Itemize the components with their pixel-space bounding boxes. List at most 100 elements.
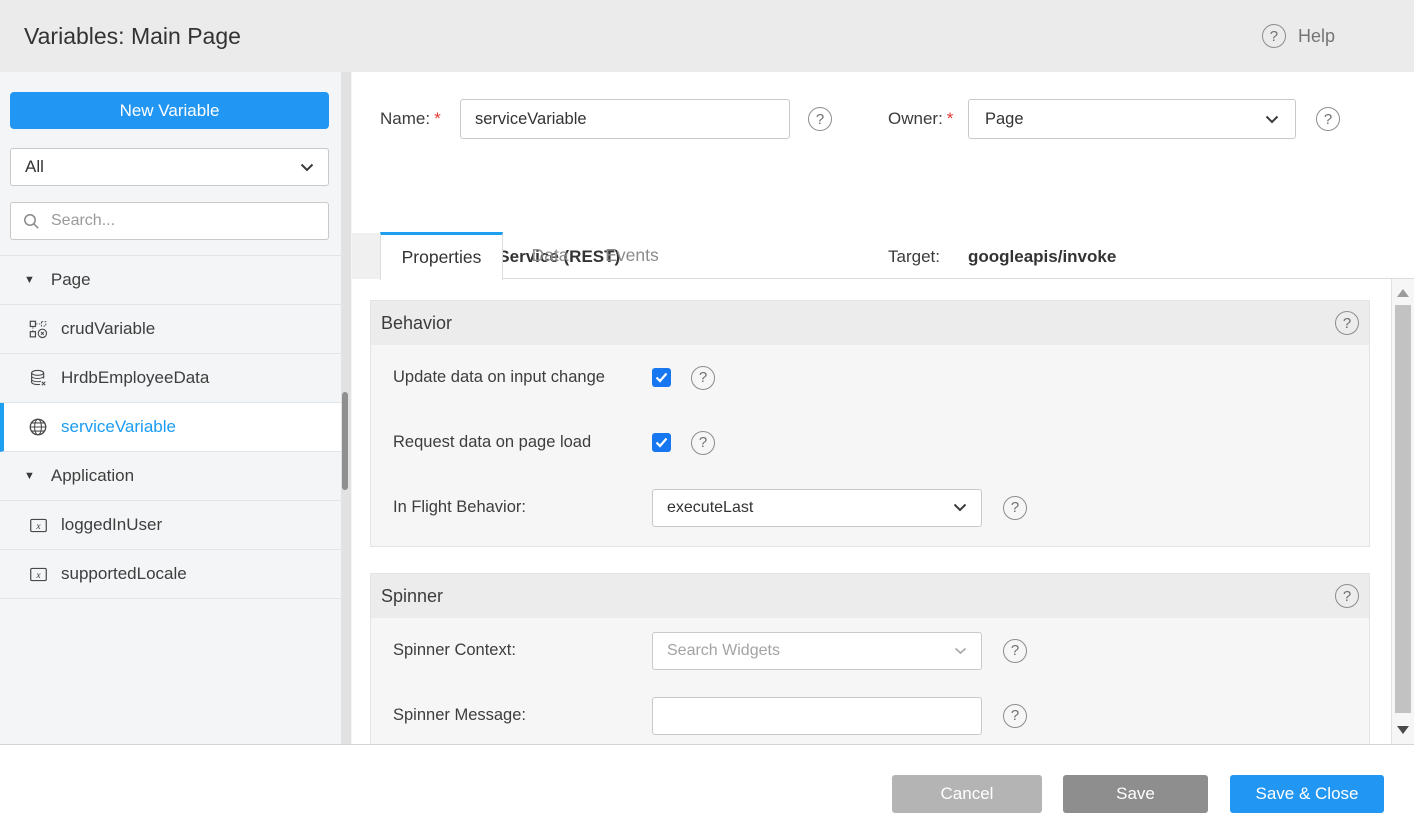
inflight-behavior-help-icon[interactable]: ? [1003,496,1027,520]
chevron-down-icon [300,163,314,172]
dialog-header: Variables: Main Page ? Help [0,0,1414,72]
owner-help-icon[interactable]: ? [1316,107,1340,131]
tab-data[interactable]: Data [520,232,580,279]
tab-bar-stub [352,233,380,279]
cancel-button[interactable]: Cancel [892,775,1042,813]
behavior-help-icon[interactable]: ? [1335,311,1359,335]
globe-icon [28,417,48,437]
chevron-down-icon [954,647,967,655]
dialog-footer: Cancel Save Save & Close [0,744,1414,839]
required-marker: * [434,109,441,129]
svg-text:x: x [35,570,41,580]
inflight-behavior-select[interactable]: executeLast [652,489,982,527]
page-title: Variables: Main Page [24,0,241,72]
inflight-behavior-value: executeLast [667,499,953,517]
static-variable-icon: x [28,564,48,584]
inflight-behavior-label: In Flight Behavior: [393,498,652,517]
variable-filter-value: All [25,157,300,177]
list-item-loggedinuser[interactable]: x loggedInUser [0,501,342,550]
list-item-servicevariable-selected[interactable]: serviceVariable [0,403,342,452]
spinner-help-icon[interactable]: ? [1335,584,1359,608]
spinner-context-label: Spinner Context: [393,641,652,660]
collapse-triangle-icon[interactable]: ▼ [24,274,35,286]
required-marker: * [947,109,954,129]
name-label: Name:* [380,99,441,139]
spinner-message-row: Spinner Message: ? [371,683,1369,744]
svg-text:x: x [35,521,41,531]
tab-properties[interactable]: Properties [380,232,503,280]
group-label: Application [51,466,134,486]
save-button[interactable]: Save [1063,775,1208,813]
variable-detail-panel: Name:* ? Owner:* Page ? Type: Web Servic… [352,72,1414,744]
check-icon [655,372,668,383]
owner-select-value: Page [985,110,1265,129]
variables-sidebar: New Variable All ▼ Page crudVariable [0,72,352,744]
list-item-label: HrdbEmployeeData [61,368,209,388]
request-data-label: Request data on page load [393,433,652,452]
sidebar-scrollbar-track[interactable] [341,72,351,744]
request-data-checkbox[interactable] [652,433,671,452]
scrollbar-up-arrow-icon[interactable] [1397,289,1409,297]
tab-bar: Properties Data Events [352,232,1414,279]
vertical-scrollbar[interactable] [1391,279,1414,744]
tab-events[interactable]: Events [596,232,668,279]
behavior-panel: Behavior ? Update data on input change ?… [370,300,1370,547]
name-help-icon[interactable]: ? [808,107,832,131]
scrollbar-thumb[interactable] [1395,305,1411,713]
behavior-title: Behavior [381,313,452,334]
spinner-context-row: Spinner Context: Search Widgets ? [371,618,1369,683]
behavior-panel-header: Behavior ? [371,301,1369,345]
spinner-message-input[interactable] [652,697,982,735]
list-item-label: serviceVariable [61,417,176,437]
spinner-message-label: Spinner Message: [393,706,652,725]
variable-search-box[interactable] [10,202,329,240]
spinner-title: Spinner [381,586,443,607]
inflight-behavior-row: In Flight Behavior: executeLast ? [371,475,1369,540]
properties-scroll-area: Behavior ? Update data on input change ?… [352,279,1414,744]
group-row-page[interactable]: ▼ Page [0,256,342,305]
variable-filter-select[interactable]: All [10,148,329,186]
spinner-context-placeholder: Search Widgets [667,642,954,660]
collapse-triangle-icon[interactable]: ▼ [24,470,35,482]
spinner-context-select[interactable]: Search Widgets [652,632,982,670]
name-owner-row: Name:* ? Owner:* Page ? [352,99,1414,139]
update-data-label: Update data on input change [393,368,652,387]
spinner-panel-header: Spinner ? [371,574,1369,618]
list-item-crudvariable[interactable]: crudVariable [0,305,342,354]
variable-list: ▼ Page crudVariable HrdbEmployeeData [0,255,342,599]
request-data-help-icon[interactable]: ? [691,431,715,455]
list-item-label: supportedLocale [61,564,187,584]
update-data-checkbox[interactable] [652,368,671,387]
save-and-close-button[interactable]: Save & Close [1230,775,1384,813]
sidebar-scrollbar-thumb[interactable] [342,392,348,490]
update-data-help-icon[interactable]: ? [691,366,715,390]
owner-select[interactable]: Page [968,99,1296,139]
list-item-label: crudVariable [61,319,155,339]
list-item-supportedlocale[interactable]: x supportedLocale [0,550,342,599]
update-data-row: Update data on input change ? [371,345,1369,410]
group-label: Page [51,270,91,290]
request-data-row: Request data on page load ? [371,410,1369,475]
owner-label: Owner:* [888,99,953,139]
variable-search-input[interactable] [49,211,316,231]
database-icon [28,368,48,388]
help-button[interactable]: ? Help [1262,0,1335,72]
chevron-down-icon [953,503,967,512]
group-row-application[interactable]: ▼ Application [0,452,342,501]
static-variable-icon: x [28,515,48,535]
spinner-context-help-icon[interactable]: ? [1003,639,1027,663]
crud-variable-icon [28,319,48,339]
chevron-down-icon [1265,115,1279,124]
spinner-message-help-icon[interactable]: ? [1003,704,1027,728]
list-item-label: loggedInUser [61,515,162,535]
variables-dialog: Variables: Main Page ? Help New Variable… [0,0,1414,839]
name-input[interactable] [460,99,790,139]
list-item-hrdbemployeedata[interactable]: HrdbEmployeeData [0,354,342,403]
help-icon[interactable]: ? [1262,24,1286,48]
new-variable-button[interactable]: New Variable [10,92,329,129]
check-icon [655,437,668,448]
scrollbar-down-arrow-icon[interactable] [1397,726,1409,734]
help-label[interactable]: Help [1298,26,1335,47]
spinner-panel: Spinner ? Spinner Context: Search Widget… [370,573,1370,744]
search-icon [23,213,40,230]
